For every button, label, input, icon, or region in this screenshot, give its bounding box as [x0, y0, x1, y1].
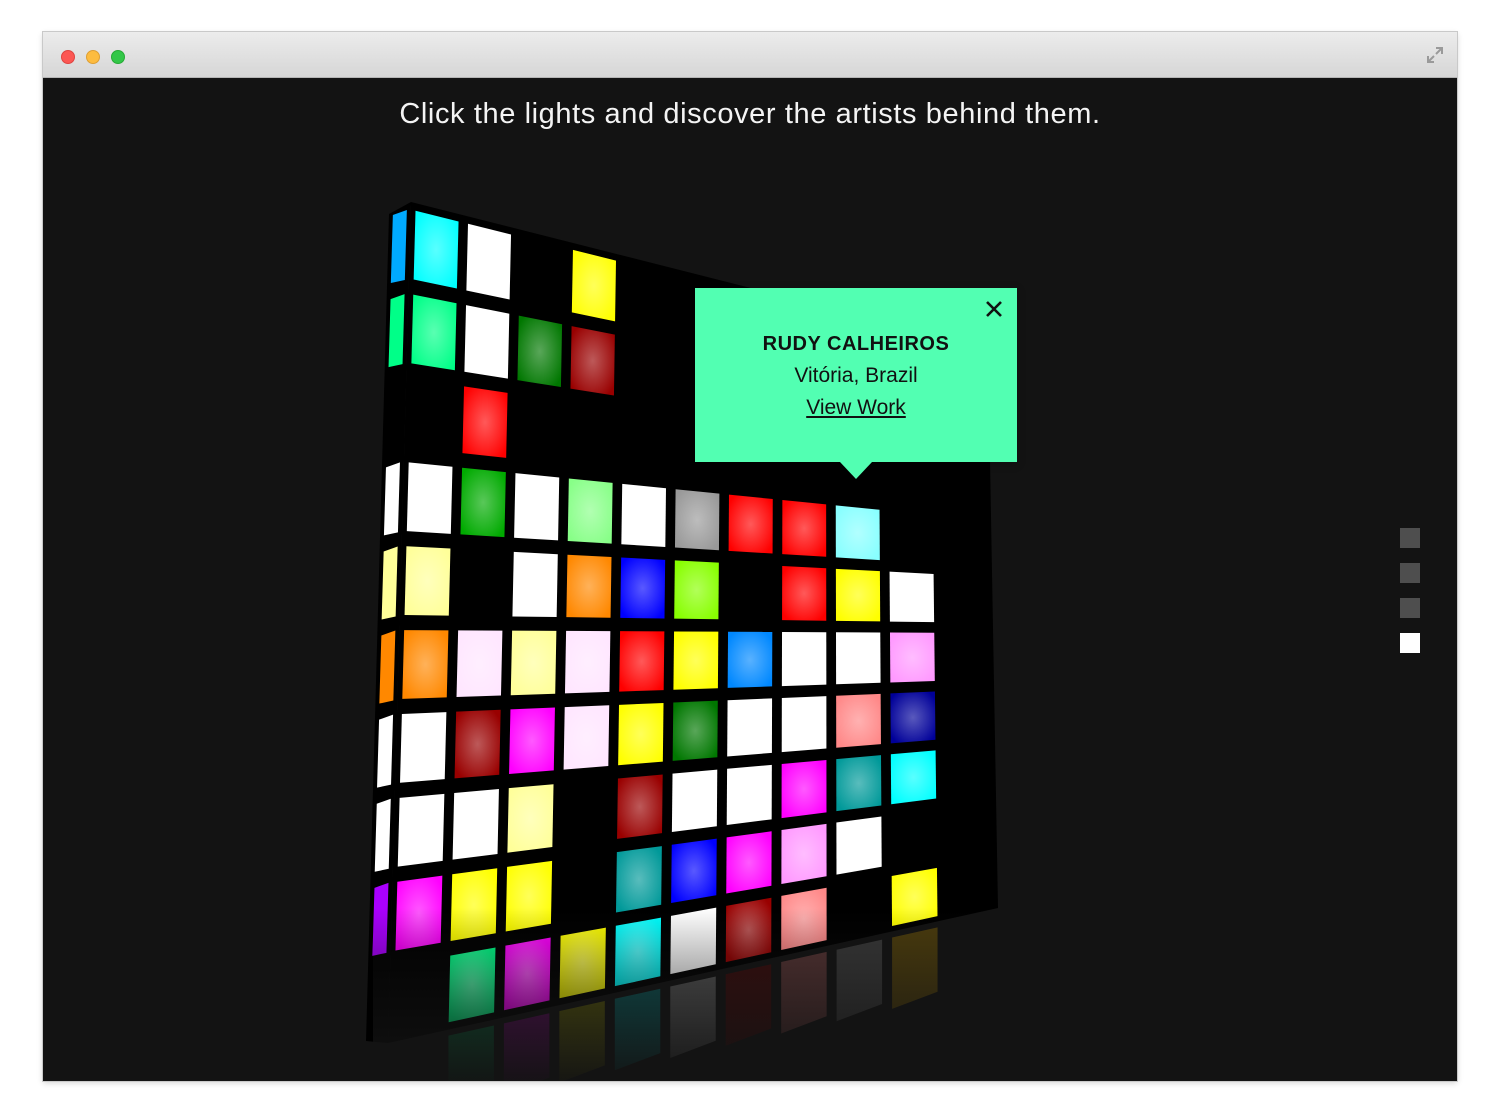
light-cell-glow	[509, 707, 555, 774]
window-titlebar	[43, 32, 1457, 78]
light-cell-glow	[728, 494, 773, 554]
light-cell-glow	[571, 249, 616, 322]
window-maximize-button[interactable]	[111, 50, 125, 64]
pagination-dot-3[interactable]	[1400, 598, 1420, 618]
light-cell-glow	[890, 750, 937, 805]
light-cell-glow	[570, 326, 615, 396]
light-cell-glow	[674, 489, 720, 551]
light-cell-glow	[512, 551, 558, 618]
light-cell-glow	[462, 386, 508, 458]
light-cell-glow	[836, 693, 881, 748]
page-viewport: Click the lights and discover the artist…	[43, 78, 1457, 1081]
light-cell-glow	[781, 823, 827, 885]
light-cell-glow	[836, 816, 882, 875]
light-cell-glow	[726, 764, 772, 826]
light-cell-glow	[835, 505, 880, 561]
light-cell-side[interactable]	[377, 714, 394, 788]
light-cell-glow	[404, 546, 451, 616]
light-cell-glow	[781, 696, 827, 753]
window-minimize-button[interactable]	[86, 50, 100, 64]
light-cell-glow	[673, 631, 719, 690]
light-cell-glow	[452, 789, 499, 860]
light-cell-glow	[836, 632, 881, 685]
light-cell-glow	[672, 700, 718, 761]
light-cell-glow	[889, 632, 935, 683]
light-cell-glow	[781, 631, 827, 687]
light-cell-glow	[671, 769, 718, 832]
light-cell-glow	[456, 630, 503, 698]
light-cell-glow	[406, 462, 453, 534]
pagination-dot-1[interactable]	[1400, 528, 1420, 548]
light-cell-side[interactable]	[383, 462, 400, 536]
light-cell-glow	[619, 631, 665, 692]
light-cell-glow	[621, 483, 666, 547]
light-cell-glow	[510, 630, 557, 696]
light-cell-glow	[507, 784, 554, 853]
reflection-fade	[373, 908, 1013, 1081]
view-work-link[interactable]: View Work	[806, 396, 906, 420]
light-cell-glow	[727, 631, 773, 688]
light-cell-side[interactable]	[374, 798, 391, 872]
window-close-button[interactable]	[61, 50, 75, 64]
light-cell-glow	[671, 838, 717, 904]
light-cell-glow	[413, 210, 459, 289]
light-cell-glow	[782, 565, 827, 621]
artist-name: RUDY CALHEIROS	[762, 333, 950, 355]
light-cell-glow	[781, 759, 827, 819]
pagination-dot-4-active[interactable]	[1400, 633, 1420, 653]
light-cell-glow	[890, 691, 936, 744]
light-cell-glow	[464, 305, 510, 379]
light-cell-glow	[727, 698, 773, 757]
light-cell-glow	[835, 568, 881, 622]
light-cell-glow	[618, 702, 664, 766]
light-cell-side[interactable]	[379, 630, 396, 704]
light-cell-side[interactable]	[381, 546, 398, 620]
light-cell-glow	[402, 630, 449, 699]
light-cell-glow	[400, 712, 447, 783]
light-cell-glow	[411, 294, 457, 371]
light-cell-glow	[466, 223, 512, 300]
light-cell-glow	[563, 705, 610, 770]
artist-popup: RUDY CALHEIROS Vitória, Brazil View Work	[695, 288, 1017, 479]
light-cell-glow	[564, 630, 611, 694]
light-cell-glow	[674, 560, 719, 620]
light-cell-glow	[514, 473, 560, 541]
light-cell-glow	[567, 478, 613, 544]
light-cell-glow	[397, 793, 445, 867]
light-cell-glow	[566, 554, 612, 618]
fullscreen-icon[interactable]	[1425, 45, 1445, 65]
light-cell-glow	[782, 500, 827, 557]
light-cell-glow	[726, 831, 772, 894]
light-cell-glow	[460, 467, 506, 538]
pagination-dot-2[interactable]	[1400, 563, 1420, 583]
browser-window: Click the lights and discover the artist…	[43, 32, 1457, 1081]
light-cell-side[interactable]	[388, 294, 405, 368]
light-cell-glow	[620, 557, 666, 619]
light-cell-glow	[615, 846, 662, 913]
close-icon[interactable]	[983, 298, 1005, 320]
light-wall	[366, 202, 1013, 1081]
light-cell-glow	[454, 709, 501, 779]
artist-location: Vitória, Brazil	[794, 364, 918, 387]
section-pagination	[1400, 528, 1420, 668]
light-cell-glow	[517, 315, 563, 388]
light-cell-glow	[836, 755, 882, 812]
light-cell-glow	[617, 774, 663, 839]
light-cell-glow	[889, 571, 935, 623]
light-cell-side[interactable]	[390, 210, 407, 284]
